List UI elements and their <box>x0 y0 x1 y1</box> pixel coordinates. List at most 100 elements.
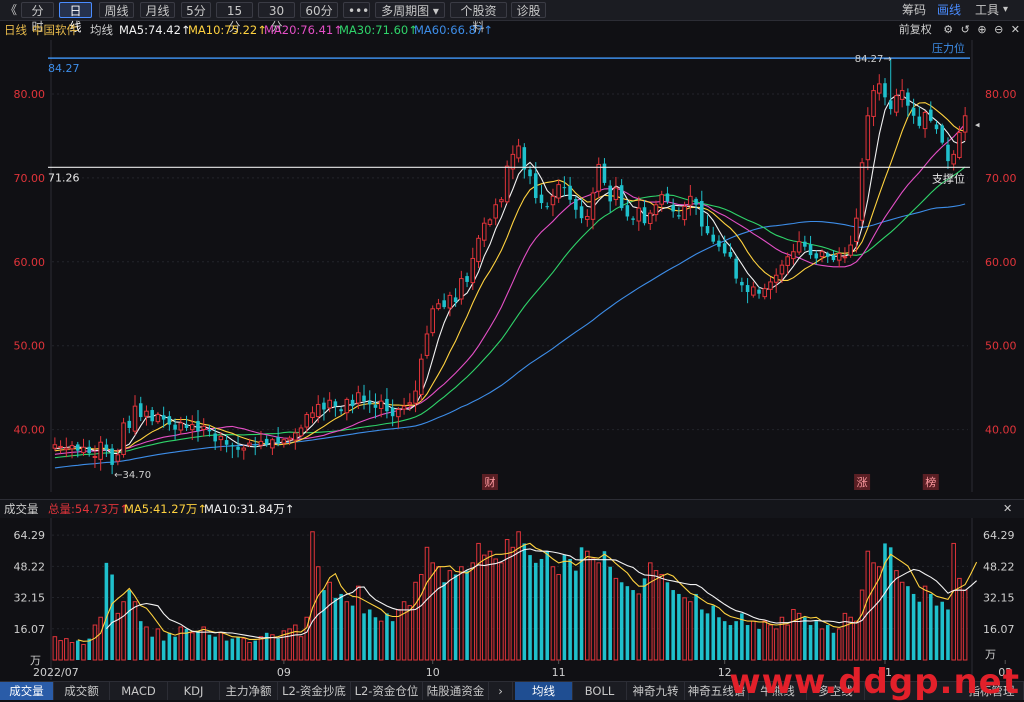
tab-weekly[interactable]: 周线 <box>99 2 134 18</box>
candle-up <box>476 237 481 263</box>
candle-up <box>293 432 298 441</box>
candle-up <box>487 219 493 225</box>
volume-bar-up <box>762 620 768 661</box>
candle-down <box>522 147 527 170</box>
zoom-in-icon[interactable]: ⊕ <box>977 23 986 36</box>
candle-up <box>659 194 664 205</box>
candle-down <box>373 404 378 408</box>
candle-up <box>396 409 401 418</box>
tools-button[interactable]: 工具 <box>975 2 999 18</box>
tab-magic-nine[interactable]: 神奇九转 <box>627 682 685 700</box>
ma10-value: MA10:75.22↑ <box>188 23 267 37</box>
candle-up <box>613 187 619 200</box>
tab-kdj[interactable]: KDJ <box>168 682 220 700</box>
candle-down <box>825 253 830 257</box>
candle-up <box>378 400 384 409</box>
tab-turnover[interactable]: 成交额 <box>54 682 110 700</box>
tab-l2-bottom[interactable]: L2-资金抄底 <box>278 682 351 700</box>
candle-up <box>493 204 498 219</box>
volume-bar-down <box>442 582 446 660</box>
volume-bar-down <box>150 636 154 660</box>
chip-button[interactable]: 筹码 <box>902 2 926 18</box>
candle-down <box>574 199 578 210</box>
candle-up <box>218 435 224 441</box>
tab-daily[interactable]: 日线 <box>59 2 92 34</box>
volume-bar-down <box>677 593 681 660</box>
volume-bar-up <box>258 636 264 661</box>
settings-icon[interactable]: ⚙ <box>943 23 953 36</box>
close-icon[interactable]: ✕ <box>1011 23 1020 36</box>
volume-title: 成交量 <box>4 502 39 516</box>
tab-60min[interactable]: 60分 <box>300 2 338 18</box>
volume-bar-down <box>757 628 761 660</box>
volume-bar-up <box>121 601 126 661</box>
volume-bar-up <box>842 612 848 661</box>
volume-bar-down <box>127 590 132 660</box>
volume-bar-down <box>745 625 750 660</box>
event-marker: 涨 <box>857 476 868 489</box>
price-chart[interactable]: 80.00 80.00 70.00 70.00 60.00 60.00 50.00 50.00… <box>0 40 1024 492</box>
price-tick-right: 80.00 <box>985 88 1017 101</box>
volume-bar-up <box>189 632 195 661</box>
volume-bar-up <box>470 562 476 661</box>
multi-period-dropdown[interactable]: 多周期图 ▾ <box>375 2 445 18</box>
adjust-dropdown[interactable]: 前复权 <box>899 23 932 36</box>
more-button[interactable]: ••• <box>343 2 370 18</box>
tools-dropdown-icon[interactable]: ▾ <box>1003 2 1008 18</box>
volume-bar-up <box>327 581 332 661</box>
tab-5min[interactable]: 5分 <box>181 2 211 18</box>
period-label: 日线 <box>4 23 27 37</box>
reset-icon[interactable]: ↺ <box>961 23 970 36</box>
volume-bar-down <box>373 617 378 660</box>
stock-info-button[interactable]: 个股资料 <box>450 2 507 34</box>
volume-bar-up <box>516 531 521 661</box>
candle-up <box>773 274 779 283</box>
tab-main-net[interactable]: 主力净额 <box>220 682 278 700</box>
candle-down <box>207 429 212 432</box>
volume-bar-up <box>447 570 453 661</box>
candle-down <box>728 252 733 257</box>
candle-up <box>115 454 121 462</box>
volume-bar-down <box>940 601 945 660</box>
volume-ma10: MA10:31.84万↑ <box>204 502 295 516</box>
candle-up <box>98 441 103 460</box>
tab-volume[interactable]: 成交量 <box>0 682 54 700</box>
tab-hk-connect[interactable]: 陆股通资金 <box>423 682 489 700</box>
diagnose-button[interactable]: 诊股 <box>511 2 546 18</box>
volume-bar-down <box>671 590 675 660</box>
zoom-out-icon[interactable]: ⊖ <box>994 23 1003 36</box>
candle-up <box>590 192 596 220</box>
tab-boll[interactable]: BOLL <box>573 682 627 700</box>
volume-bar-down <box>619 582 624 660</box>
volume-chart[interactable]: 64.29 64.29 48.22 48.22 32.15 32.15 16.07 16.07… <box>0 518 1024 680</box>
indicator-type[interactable]: 均线 <box>90 21 113 39</box>
candle-up <box>178 422 184 431</box>
volume-bar-up <box>144 626 149 661</box>
tab-macd[interactable]: MACD <box>110 682 168 700</box>
volume-bar-up <box>510 546 516 661</box>
tab-monthly[interactable]: 月线 <box>140 2 175 18</box>
candle-down <box>814 253 819 259</box>
volume-bar-down <box>390 621 395 660</box>
tabs-next-icon[interactable]: › <box>489 682 513 700</box>
price-tick-left: 60.00 <box>14 256 46 269</box>
volume-bar-up <box>436 566 441 661</box>
candle-down <box>367 401 372 405</box>
tab-ma[interactable]: 均线 <box>515 682 573 700</box>
volume-bar-down <box>528 555 532 660</box>
draw-line-button[interactable]: 画线 <box>937 2 961 18</box>
candle-down <box>831 255 836 261</box>
tab-15min[interactable]: 15分 <box>216 2 253 34</box>
tab-30min[interactable]: 30分 <box>258 2 295 34</box>
candle-up <box>304 414 310 428</box>
candle-up <box>636 207 642 222</box>
tab-l2-position[interactable]: L2-资金仓位 <box>351 682 423 700</box>
candle-up <box>688 195 693 206</box>
volume-bar-up <box>132 601 138 661</box>
candle-up <box>951 153 956 165</box>
candle-up <box>81 446 86 454</box>
back-icon[interactable]: 《 <box>1 2 17 18</box>
candle-up <box>836 252 842 261</box>
volume-close-icon[interactable]: ✕ <box>1003 500 1012 518</box>
tab-intraday[interactable]: 分时 <box>21 2 54 34</box>
